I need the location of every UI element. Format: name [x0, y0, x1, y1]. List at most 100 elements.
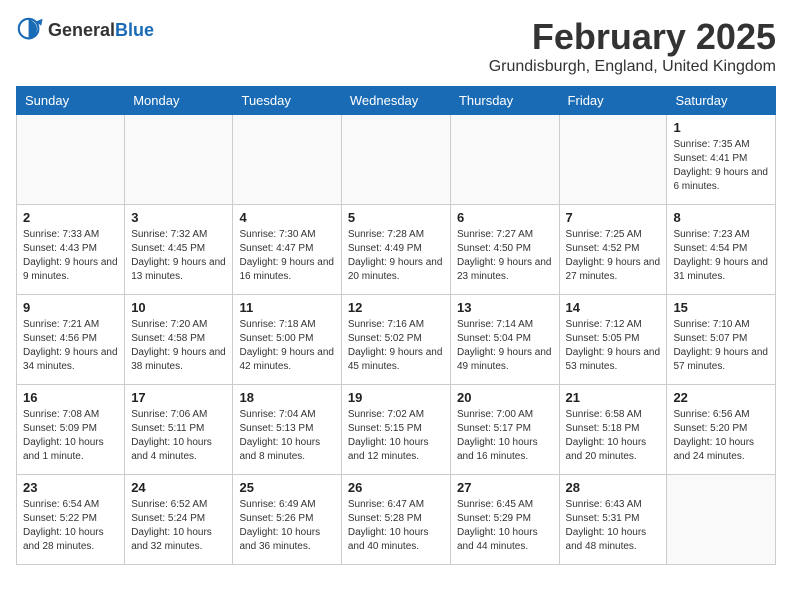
- logo-icon: [16, 16, 44, 44]
- calendar-cell: [667, 475, 776, 565]
- calendar-cell: 10Sunrise: 7:20 AM Sunset: 4:58 PM Dayli…: [125, 295, 233, 385]
- day-info: Sunrise: 6:52 AM Sunset: 5:24 PM Dayligh…: [131, 498, 226, 554]
- day-number: 23: [23, 480, 118, 495]
- weekday-header-saturday: Saturday: [667, 87, 776, 115]
- day-info: Sunrise: 7:16 AM Sunset: 5:02 PM Dayligh…: [348, 318, 444, 374]
- page-header: GeneralBlue February 2025 Grundisburgh, …: [16, 16, 776, 76]
- weekday-header-sunday: Sunday: [17, 87, 125, 115]
- day-number: 15: [673, 300, 769, 315]
- weekday-header-row: SundayMondayTuesdayWednesdayThursdayFrid…: [17, 87, 776, 115]
- calendar-cell: 21Sunrise: 6:58 AM Sunset: 5:18 PM Dayli…: [559, 385, 667, 475]
- day-info: Sunrise: 7:00 AM Sunset: 5:17 PM Dayligh…: [457, 408, 553, 464]
- day-info: Sunrise: 6:47 AM Sunset: 5:28 PM Dayligh…: [348, 498, 444, 554]
- day-info: Sunrise: 7:35 AM Sunset: 4:41 PM Dayligh…: [673, 138, 769, 194]
- weekday-header-tuesday: Tuesday: [233, 87, 341, 115]
- day-number: 22: [673, 390, 769, 405]
- day-info: Sunrise: 6:58 AM Sunset: 5:18 PM Dayligh…: [566, 408, 661, 464]
- location-title: Grundisburgh, England, United Kingdom: [489, 58, 776, 76]
- day-info: Sunrise: 7:23 AM Sunset: 4:54 PM Dayligh…: [673, 228, 769, 284]
- calendar-cell: [559, 115, 667, 205]
- weekday-header-wednesday: Wednesday: [341, 87, 450, 115]
- calendar-cell: 27 Sunrise: 6:45 AM Sunset: 5:29 PM Dayli…: [450, 475, 559, 565]
- day-number: 20: [457, 390, 553, 405]
- day-number: 18: [239, 390, 334, 405]
- day-number: 2: [23, 210, 118, 225]
- day-info: Sunrise: 6:45 AM Sunset: 5:29 PM Dayligh…: [457, 498, 553, 554]
- calendar-cell: [450, 115, 559, 205]
- title-area: February 2025 Grundisburgh, England, Uni…: [489, 16, 776, 76]
- day-number: 10: [131, 300, 226, 315]
- calendar-cell: 2Sunrise: 7:33 AM Sunset: 4:43 PM Daylig…: [17, 205, 125, 295]
- day-info: Sunrise: 7:04 AM Sunset: 5:13 PM Dayligh…: [239, 408, 334, 464]
- calendar-cell: 23 Sunrise: 6:54 AM Sunset: 5:22 PM Dayli…: [17, 475, 125, 565]
- calendar-table: SundayMondayTuesdayWednesdayThursdayFrid…: [16, 86, 776, 565]
- calendar-cell: 17 Sunrise: 7:06 AM Sunset: 5:11 PM Dayli…: [125, 385, 233, 475]
- calendar-cell: 6 Sunrise: 7:27 AM Sunset: 4:50 PM Daylig…: [450, 205, 559, 295]
- calendar-cell: 4 Sunrise: 7:30 AM Sunset: 4:47 PM Daylig…: [233, 205, 341, 295]
- calendar-cell: 25 Sunrise: 6:49 AM Sunset: 5:26 PM Dayli…: [233, 475, 341, 565]
- day-number: 3: [131, 210, 226, 225]
- day-number: 6: [457, 210, 553, 225]
- calendar-cell: 14 Sunrise: 7:12 AM Sunset: 5:05 PM Dayli…: [559, 295, 667, 385]
- day-info: Sunrise: 6:54 AM Sunset: 5:22 PM Dayligh…: [23, 498, 118, 554]
- day-number: 26: [348, 480, 444, 495]
- day-number: 13: [457, 300, 553, 315]
- calendar-cell: 15 Sunrise: 7:10 AM Sunset: 5:07 PM Dayli…: [667, 295, 776, 385]
- day-info: Sunrise: 6:43 AM Sunset: 5:31 PM Dayligh…: [566, 498, 661, 554]
- day-info: Sunrise: 6:56 AM Sunset: 5:20 PM Dayligh…: [673, 408, 769, 464]
- day-number: 11: [239, 300, 334, 315]
- weekday-header-friday: Friday: [559, 87, 667, 115]
- day-info: Sunrise: 6:49 AM Sunset: 5:26 PM Dayligh…: [239, 498, 334, 554]
- calendar-cell: 19 Sunrise: 7:02 AM Sunset: 5:15 PM Dayli…: [341, 385, 450, 475]
- day-number: 24: [131, 480, 226, 495]
- day-info: Sunrise: 7:02 AM Sunset: 5:15 PM Dayligh…: [348, 408, 444, 464]
- logo-general: General: [48, 20, 115, 41]
- calendar-cell: [233, 115, 341, 205]
- calendar-cell: 16 Sunrise: 7:08 AM Sunset: 5:09 PM Dayli…: [17, 385, 125, 475]
- calendar-cell: 9Sunrise: 7:21 AM Sunset: 4:56 PM Daylig…: [17, 295, 125, 385]
- week-row-0: 1 Sunrise: 7:35 AM Sunset: 4:41 PM Daylig…: [17, 115, 776, 205]
- day-number: 19: [348, 390, 444, 405]
- week-row-3: 16 Sunrise: 7:08 AM Sunset: 5:09 PM Dayli…: [17, 385, 776, 475]
- day-info: Sunrise: 7:32 AM Sunset: 4:45 PM Dayligh…: [131, 228, 226, 284]
- day-number: 4: [239, 210, 334, 225]
- week-row-1: 2Sunrise: 7:33 AM Sunset: 4:43 PM Daylig…: [17, 205, 776, 295]
- logo-blue: Blue: [115, 20, 154, 41]
- calendar-cell: 7 Sunrise: 7:25 AM Sunset: 4:52 PM Daylig…: [559, 205, 667, 295]
- day-number: 14: [566, 300, 661, 315]
- day-info: Sunrise: 7:18 AM Sunset: 5:00 PM Dayligh…: [239, 318, 334, 374]
- day-number: 16: [23, 390, 118, 405]
- calendar-cell: 26 Sunrise: 6:47 AM Sunset: 5:28 PM Dayli…: [341, 475, 450, 565]
- day-info: Sunrise: 7:08 AM Sunset: 5:09 PM Dayligh…: [23, 408, 118, 464]
- calendar-cell: [125, 115, 233, 205]
- day-info: Sunrise: 7:14 AM Sunset: 5:04 PM Dayligh…: [457, 318, 553, 374]
- day-info: Sunrise: 7:12 AM Sunset: 5:05 PM Dayligh…: [566, 318, 661, 374]
- day-info: Sunrise: 7:27 AM Sunset: 4:50 PM Dayligh…: [457, 228, 553, 284]
- day-info: Sunrise: 7:25 AM Sunset: 4:52 PM Dayligh…: [566, 228, 661, 284]
- calendar-cell: 22 Sunrise: 6:56 AM Sunset: 5:20 PM Dayli…: [667, 385, 776, 475]
- weekday-header-thursday: Thursday: [450, 87, 559, 115]
- calendar-cell: 12Sunrise: 7:16 AM Sunset: 5:02 PM Dayli…: [341, 295, 450, 385]
- day-number: 1: [673, 120, 769, 135]
- calendar-cell: [17, 115, 125, 205]
- day-number: 25: [239, 480, 334, 495]
- calendar-cell: 5Sunrise: 7:28 AM Sunset: 4:49 PM Daylig…: [341, 205, 450, 295]
- calendar-cell: 28 Sunrise: 6:43 AM Sunset: 5:31 PM Dayli…: [559, 475, 667, 565]
- day-number: 8: [673, 210, 769, 225]
- calendar-cell: [341, 115, 450, 205]
- day-info: Sunrise: 7:28 AM Sunset: 4:49 PM Dayligh…: [348, 228, 444, 284]
- day-info: Sunrise: 7:06 AM Sunset: 5:11 PM Dayligh…: [131, 408, 226, 464]
- day-number: 28: [566, 480, 661, 495]
- day-number: 7: [566, 210, 661, 225]
- calendar-cell: 20 Sunrise: 7:00 AM Sunset: 5:17 PM Dayli…: [450, 385, 559, 475]
- month-title: February 2025: [489, 16, 776, 58]
- day-info: Sunrise: 7:10 AM Sunset: 5:07 PM Dayligh…: [673, 318, 769, 374]
- day-info: Sunrise: 7:30 AM Sunset: 4:47 PM Dayligh…: [239, 228, 334, 284]
- day-number: 27: [457, 480, 553, 495]
- day-number: 17: [131, 390, 226, 405]
- weekday-header-monday: Monday: [125, 87, 233, 115]
- week-row-2: 9Sunrise: 7:21 AM Sunset: 4:56 PM Daylig…: [17, 295, 776, 385]
- logo: GeneralBlue: [16, 16, 154, 44]
- calendar-cell: 24 Sunrise: 6:52 AM Sunset: 5:24 PM Dayli…: [125, 475, 233, 565]
- calendar-cell: 8 Sunrise: 7:23 AM Sunset: 4:54 PM Daylig…: [667, 205, 776, 295]
